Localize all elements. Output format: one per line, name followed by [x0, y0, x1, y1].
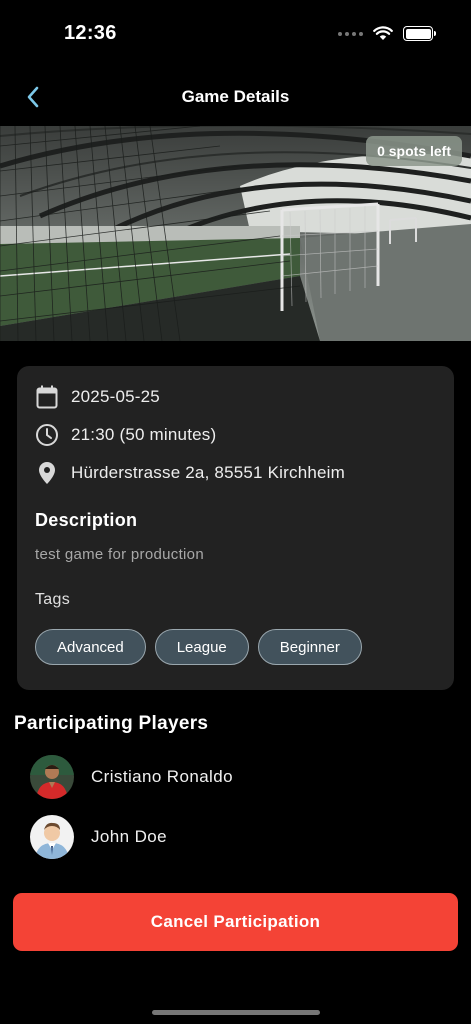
home-indicator[interactable]	[152, 1010, 320, 1015]
battery-icon	[403, 26, 436, 41]
venue-image: 0 spots left	[0, 126, 471, 341]
tag-chip[interactable]: League	[154, 629, 249, 665]
tags-heading: Tags	[35, 591, 70, 608]
tags-list: Advanced League Beginner	[35, 629, 362, 665]
tag-chip[interactable]: Advanced	[35, 629, 146, 665]
player-list-item[interactable]: John Doe	[30, 815, 167, 859]
players-heading: Participating Players	[14, 713, 209, 734]
clock-icon	[35, 423, 59, 447]
player-name: John Doe	[91, 827, 167, 846]
description-heading: Description	[35, 510, 138, 530]
calendar-icon	[35, 385, 59, 409]
nav-bar: Game Details	[0, 70, 471, 124]
wifi-icon	[373, 26, 393, 40]
time-row: 21:30 (50 minutes)	[35, 423, 216, 447]
avatar	[30, 755, 74, 799]
game-info-card: 2025-05-25 21:30 (50 minutes) Hürderstra…	[17, 366, 454, 690]
tag-chip[interactable]: Beginner	[257, 629, 362, 665]
spots-left-badge: 0 spots left	[366, 136, 462, 166]
page-title: Game Details	[181, 87, 290, 106]
status-bar: 12:36	[0, 0, 471, 64]
signal-icon	[338, 31, 363, 36]
location-row: Hürderstrasse 2a, 85551 Kirchheim	[35, 461, 345, 485]
avatar	[30, 815, 74, 859]
game-date: 2025-05-25	[71, 387, 160, 406]
description-text: test game for production	[35, 546, 204, 563]
date-row: 2025-05-25	[35, 385, 160, 409]
location-pin-icon	[35, 461, 59, 485]
player-name: Cristiano Ronaldo	[91, 767, 233, 786]
game-time: 21:30 (50 minutes)	[71, 425, 217, 444]
game-location: Hürderstrasse 2a, 85551 Kirchheim	[71, 463, 346, 482]
status-time: 12:36	[64, 22, 117, 44]
cancel-participation-button[interactable]: Cancel Participation	[13, 893, 458, 951]
status-icons	[338, 26, 436, 41]
player-list-item[interactable]: Cristiano Ronaldo	[30, 755, 233, 799]
